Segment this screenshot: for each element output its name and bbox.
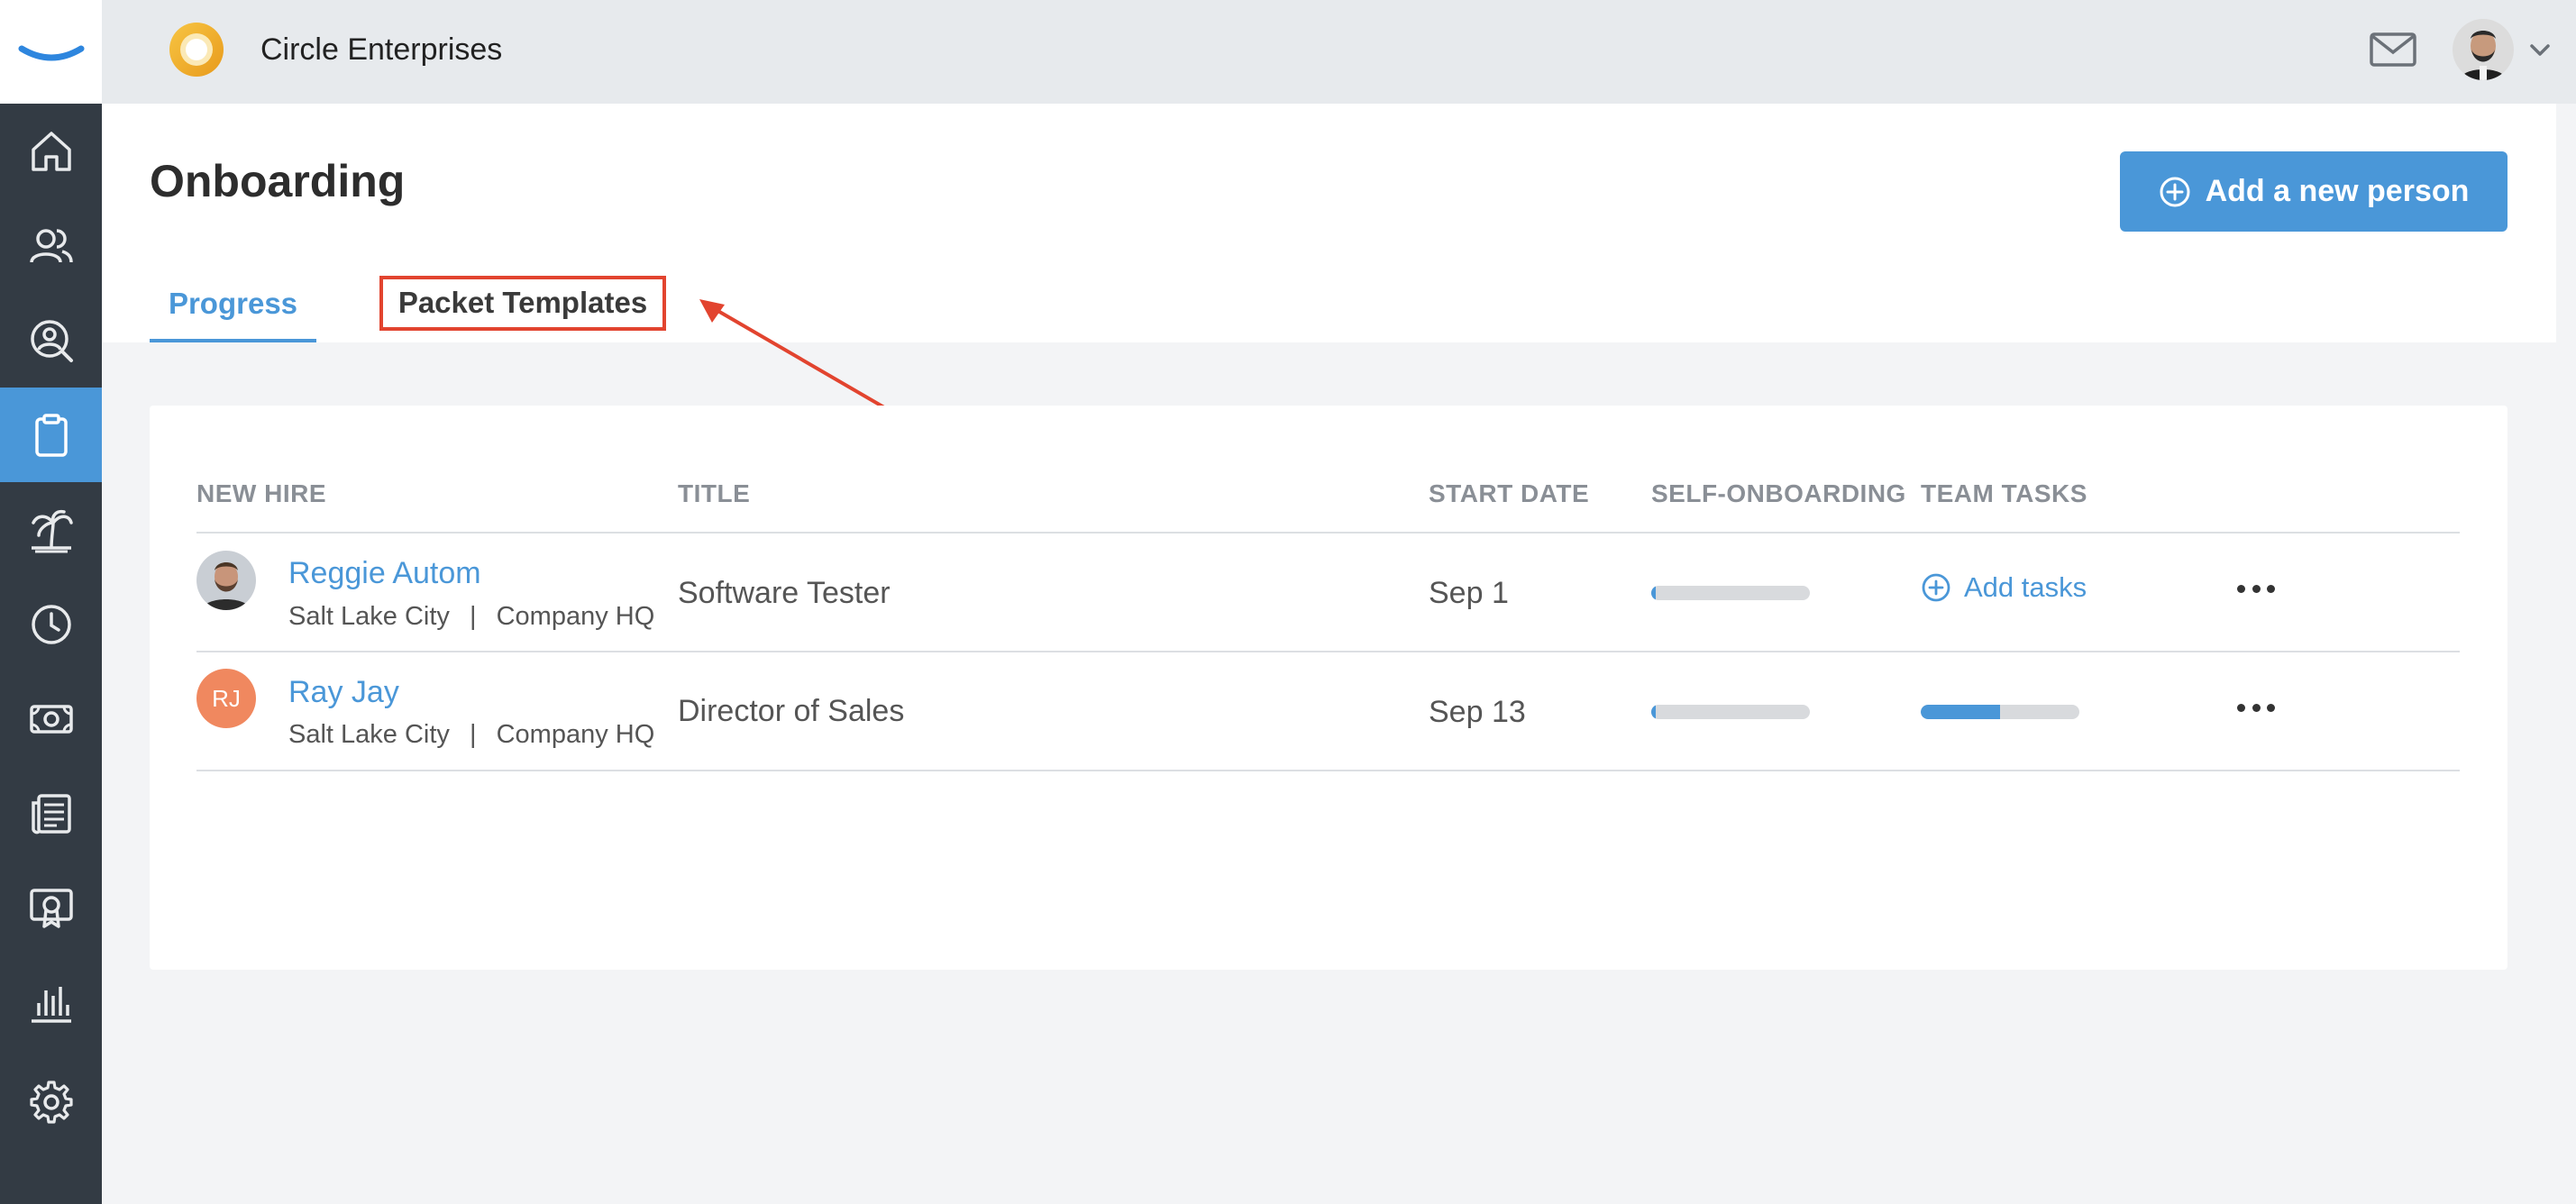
self-onboarding-progress-bar	[1651, 705, 1810, 719]
new-hire-name-link[interactable]: Reggie Autom	[288, 553, 481, 593]
smile-logo-icon	[18, 45, 84, 60]
nav-home[interactable]	[0, 104, 102, 198]
new-hire-location: Salt Lake City | Company HQ	[288, 716, 654, 752]
nav-settings[interactable]	[0, 1054, 102, 1149]
new-hire-name-link[interactable]: Ray Jay	[288, 672, 399, 712]
self-onboarding-progress-bar	[1651, 586, 1810, 600]
add-tasks-label: Add tasks	[1964, 571, 2087, 603]
add-tasks-link[interactable]: Add tasks	[1921, 571, 2087, 604]
location-office: Company HQ	[496, 720, 655, 749]
nav-time-off[interactable]	[0, 482, 102, 577]
progress-fill	[1921, 705, 2000, 719]
nav-reports[interactable]	[0, 955, 102, 1050]
team-tasks-progress-bar	[1921, 705, 2079, 719]
nav-people[interactable]	[0, 198, 102, 293]
new-hire-title: Director of Sales	[678, 694, 905, 728]
clock-icon	[31, 604, 71, 644]
sidebar	[0, 0, 102, 1204]
person-search-icon	[30, 319, 73, 362]
row-divider	[196, 770, 2460, 771]
clipboard-icon	[34, 413, 68, 457]
avatar	[196, 551, 256, 610]
certificate-icon	[29, 888, 73, 928]
company-name: Circle Enterprises	[260, 32, 503, 67]
location-separator: |	[469, 720, 477, 749]
user-avatar[interactable]	[2453, 19, 2514, 80]
add-new-person-label: Add a new person	[2205, 174, 2470, 208]
palm-tree-icon	[31, 509, 73, 552]
nav-news[interactable]	[0, 766, 102, 861]
app-logo[interactable]	[0, 0, 102, 104]
page-title: Onboarding	[150, 156, 406, 206]
new-hire-location: Salt Lake City | Company HQ	[288, 598, 654, 634]
chevron-down-icon[interactable]	[2525, 36, 2555, 63]
nav-payroll[interactable]	[0, 671, 102, 766]
people-icon	[29, 228, 73, 263]
person-photo-icon	[196, 551, 256, 610]
column-header-self-onboarding: SELF-ONBOARDING	[1651, 479, 1906, 507]
plus-circle-icon	[2160, 177, 2190, 206]
column-header-title: TITLE	[678, 479, 751, 507]
plus-circle-icon	[1922, 573, 1950, 602]
tab-progress[interactable]: Progress	[150, 279, 316, 342]
new-hire-title: Software Tester	[678, 576, 891, 610]
company-logo-icon	[169, 23, 224, 77]
more-options-icon[interactable]	[2237, 698, 2275, 716]
user-photo-icon	[2453, 19, 2514, 80]
bar-chart-icon	[31, 986, 71, 1023]
mail-icon[interactable]	[2367, 23, 2419, 76]
avatar: RJ	[196, 669, 256, 728]
header-divider	[196, 532, 2460, 534]
add-new-person-button[interactable]: Add a new person	[2120, 151, 2507, 232]
tab-packet-templates[interactable]: Packet Templates	[379, 276, 666, 331]
location-city: Salt Lake City	[288, 720, 450, 749]
onboarding-table-card	[150, 406, 2507, 970]
gear-icon	[29, 1080, 73, 1124]
news-icon	[31, 793, 71, 834]
location-separator: |	[469, 602, 477, 631]
money-icon	[29, 704, 73, 734]
column-header-new-hire: NEW HIRE	[196, 479, 326, 507]
column-header-start-date: START DATE	[1429, 479, 1590, 507]
nav-time[interactable]	[0, 577, 102, 671]
location-city: Salt Lake City	[288, 602, 450, 631]
location-office: Company HQ	[496, 602, 655, 631]
more-options-icon[interactable]	[2237, 579, 2275, 597]
nav-onboarding[interactable]	[0, 388, 102, 482]
new-hire-start-date: Sep 1	[1429, 576, 1509, 610]
nav-training[interactable]	[0, 861, 102, 955]
new-hire-start-date: Sep 13	[1429, 695, 1526, 729]
column-header-team-tasks: TEAM TASKS	[1921, 479, 2087, 507]
row-divider	[196, 651, 2460, 652]
top-bar: Circle Enterprises	[102, 0, 2576, 104]
home-icon	[31, 131, 71, 171]
nav-recruiting[interactable]	[0, 293, 102, 388]
